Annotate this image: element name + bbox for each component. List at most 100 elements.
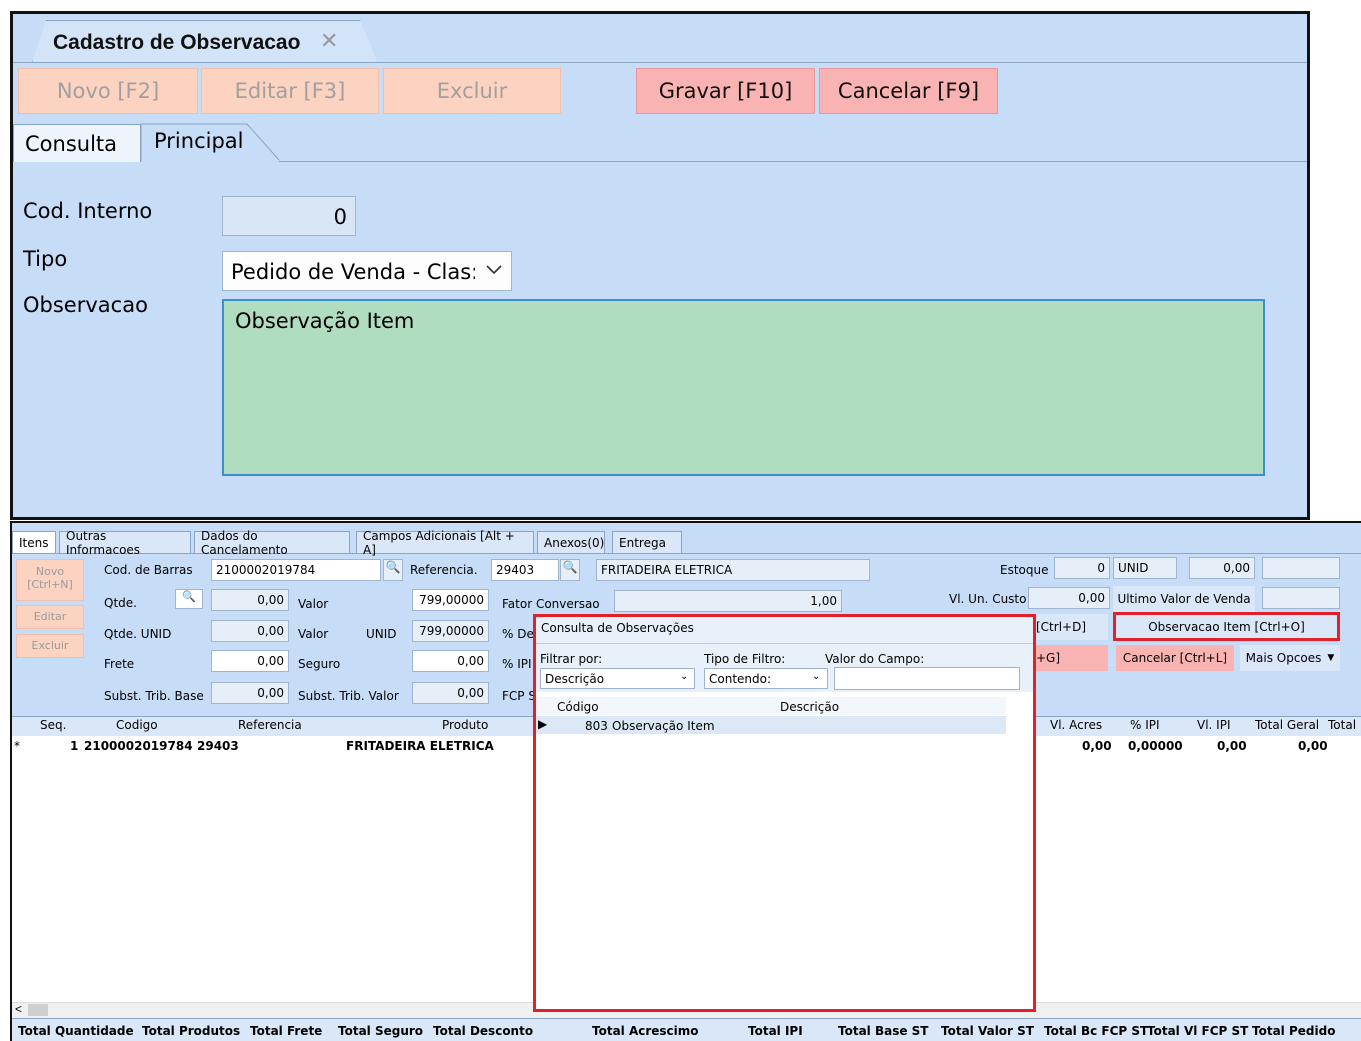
valor2-label: Valor <box>298 627 329 641</box>
frete-label: Frete <box>104 657 135 671</box>
popup-title: Consulta de Observações <box>541 621 694 635</box>
subst-trib-base-field: 0,00 <box>211 682 289 704</box>
close-icon[interactable]: ✕ <box>320 28 338 54</box>
gravar-button[interactable]: Gravar [F10] <box>636 68 815 114</box>
ctrl-d-button[interactable]: [Ctrl+D] <box>1036 614 1108 640</box>
filtrar-por-select[interactable]: Descrição <box>540 668 695 689</box>
tipo-select[interactable]: Pedido de Venda - Clas: <box>222 251 512 291</box>
cancelar-item-button[interactable]: Cancelar [Ctrl+L] <box>1116 645 1234 671</box>
qtde-input[interactable]: 0,00 <box>211 589 289 611</box>
referencia-label: Referencia. <box>410 563 478 577</box>
filtrar-por-label: Filtrar por: <box>540 652 603 666</box>
col-produto[interactable]: Produto <box>442 718 488 736</box>
observacao-textarea[interactable]: Observação Item <box>222 299 1265 476</box>
cod-interno-field[interactable]: 0 <box>222 196 356 236</box>
row-produto[interactable]: FRITADEIRA ELETRICA <box>346 739 494 753</box>
list-header <box>536 697 1006 715</box>
row-seq[interactable]: 1 <box>70 739 78 753</box>
search-icon[interactable]: 🔍 <box>560 559 580 581</box>
total-produtos: Total Produtos <box>142 1024 241 1038</box>
valor-campo-input[interactable] <box>834 667 1020 690</box>
excluir-button[interactable]: Excluir <box>383 68 561 114</box>
ultimo-valor-venda-button[interactable]: Ultimo Valor de Venda <box>1113 586 1255 612</box>
subst-trib-valor-field: 0,00 <box>412 682 489 704</box>
col-referencia[interactable]: Referencia <box>238 718 302 736</box>
qtde-label: Qtde. <box>104 596 137 610</box>
valor-campo-label: Valor do Campo: <box>825 652 925 666</box>
total-quantidade: Total Quantidade <box>18 1024 134 1038</box>
cod-barras-input[interactable]: 2100002019784 <box>211 559 381 581</box>
col-vl-acres[interactable]: Vl. Acres <box>1050 718 1102 736</box>
tab-anexos[interactable]: Anexos(0) <box>537 531 605 553</box>
col-codigo[interactable]: Codigo <box>116 718 158 736</box>
item-editar-button[interactable]: Editar <box>16 605 84 629</box>
total-valor-st: Total Valor ST <box>941 1024 1034 1038</box>
cancelar-button[interactable]: Cancelar [F9] <box>819 68 998 114</box>
document-tab-label: Cadastro de Observacao <box>53 31 301 54</box>
scroll-left-icon[interactable]: < <box>15 1002 22 1016</box>
tipo-filtro-value: Contendo: <box>709 672 772 686</box>
cod-barras-label: Cod. de Barras <box>104 563 193 577</box>
col-total[interactable]: Total <box>1328 718 1356 736</box>
list-col-descricao[interactable]: Descrição <box>780 700 839 714</box>
ctrl-g-button[interactable]: +G] <box>1036 645 1108 671</box>
chevron-down-icon[interactable]: ⌄ <box>812 671 820 682</box>
qtde-unid-input[interactable]: 0,00 <box>211 620 289 642</box>
frete-input[interactable]: 0,00 <box>211 650 289 672</box>
estoque-extra-field <box>1262 557 1340 579</box>
item-novo-button[interactable]: Novo [Ctrl+N] <box>16 559 84 601</box>
scrollbar-thumb[interactable] <box>28 1004 48 1016</box>
magnifier-icon[interactable]: 🔍 <box>175 589 203 609</box>
search-icon[interactable]: 🔍 <box>383 559 403 581</box>
chevron-down-icon[interactable] <box>484 259 504 279</box>
tab-itens[interactable]: Itens <box>12 531 56 553</box>
total-frete: Total Frete <box>250 1024 323 1038</box>
tab-consulta[interactable]: Consulta <box>13 124 141 162</box>
col-total-geral[interactable]: Total Geral <box>1255 718 1319 736</box>
perc-ipi-label: % IPI <box>502 657 532 671</box>
tab-outras-informacoes[interactable]: Outras Informacoes <box>59 529 191 557</box>
col-seq[interactable]: Seq. <box>40 718 66 736</box>
valor2-input[interactable]: 799,00000 <box>412 620 489 642</box>
row-perc-ipi[interactable]: 0,00000 <box>1128 739 1183 753</box>
tipo-filtro-select[interactable]: Contendo: <box>704 668 828 689</box>
cod-interno-label: Cod. Interno <box>23 199 153 223</box>
total-desconto: Total Desconto <box>433 1024 534 1038</box>
tipo-filtro-label: Tipo de Filtro: <box>704 652 786 666</box>
seguro-input[interactable]: 0,00 <box>412 650 489 672</box>
observacao-item-button[interactable]: Observacao Item [Ctrl+O] <box>1113 612 1340 641</box>
row-vl-acres[interactable]: 0,00 <box>1082 739 1112 753</box>
list-col-codigo[interactable]: Código <box>557 700 599 714</box>
col-vl-ipi[interactable]: Vl. IPI <box>1197 718 1231 736</box>
total-acrescimo: Total Acrescimo <box>592 1024 699 1038</box>
row-codigo[interactable]: 2100002019784 <box>84 739 193 753</box>
seguro-label: Seguro <box>298 657 341 671</box>
row-marker: * <box>14 739 20 753</box>
subst-trib-base-label: Subst. Trib. Base <box>104 689 204 703</box>
editar-button[interactable]: Editar [F3] <box>201 68 379 114</box>
item-excluir-button[interactable]: Excluir <box>16 634 84 658</box>
total-base-st: Total Base ST <box>838 1024 929 1038</box>
observacao-label: Observacao <box>23 293 148 317</box>
tab-entrega[interactable]: Entrega <box>612 531 682 553</box>
tab-campos-adicionais[interactable]: Campos Adicionais [Alt + A] <box>356 529 534 557</box>
popup-divider <box>536 643 1033 644</box>
row-vl-ipi[interactable]: 0,00 <box>1217 739 1247 753</box>
row-referencia[interactable]: 29403 <box>197 739 239 753</box>
valor-input[interactable]: 799,00000 <box>412 589 489 611</box>
chevron-down-icon[interactable]: ⌄ <box>680 671 688 682</box>
list-item-descricao[interactable]: Observação Item <box>612 719 715 733</box>
referencia-input[interactable]: 29403 <box>491 559 559 581</box>
valor-label: Valor <box>298 597 329 611</box>
mais-opcoes-button[interactable]: Mais Opcoes ▼ <box>1240 645 1340 671</box>
qtde-unid-label: Qtde. UNID <box>104 627 172 641</box>
tipo-label: Tipo <box>23 247 68 271</box>
observacoes-list[interactable] <box>536 697 1033 1009</box>
list-item-codigo[interactable]: 803 <box>585 719 608 733</box>
tab-dados-cancelamento[interactable]: Dados do Cancelamento <box>194 529 350 557</box>
vl-un-custo-label: Vl. Un. Custo <box>949 592 1027 606</box>
row-total-geral[interactable]: 0,00 <box>1298 739 1328 753</box>
total-pedido: Total Pedido <box>1252 1024 1336 1038</box>
novo-button[interactable]: Novo [F2] <box>18 68 198 114</box>
col-perc-ipi[interactable]: % IPI <box>1130 718 1160 736</box>
